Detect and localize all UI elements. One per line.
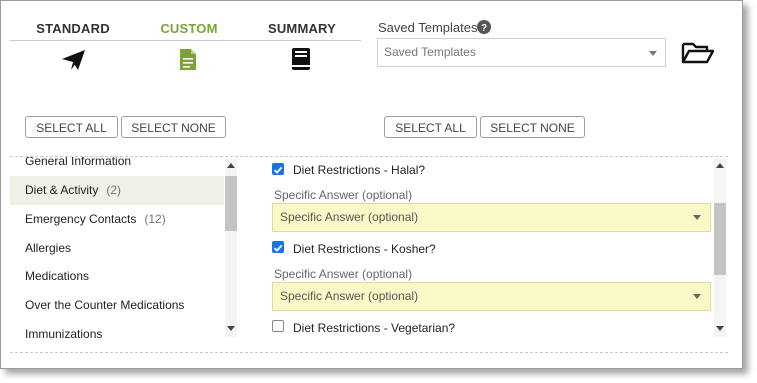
answer-value: Specific Answer (optional) bbox=[280, 289, 419, 303]
checkbox[interactable] bbox=[272, 241, 284, 253]
book-icon[interactable] bbox=[290, 47, 312, 72]
scrollbar-thumb[interactable] bbox=[714, 203, 726, 275]
list-item[interactable]: Diet & Activity (2) bbox=[10, 176, 224, 205]
field-list: Diet Restrictions - Halal? Specific Answ… bbox=[241, 157, 713, 340]
answer-select[interactable]: Specific Answer (optional) bbox=[272, 282, 711, 311]
paper-plane-icon[interactable] bbox=[61, 48, 87, 72]
answer-label: Specific Answer (optional) bbox=[274, 267, 413, 281]
list-item[interactable]: Over the Counter Medications bbox=[10, 291, 224, 320]
category-label: Emergency Contacts bbox=[25, 212, 137, 226]
chevron-down-icon bbox=[693, 215, 701, 220]
category-count: (2) bbox=[106, 183, 122, 197]
list-item[interactable]: Allergies bbox=[10, 234, 224, 263]
category-scrollbar[interactable] bbox=[225, 159, 237, 337]
tab-summary[interactable]: SUMMARY bbox=[259, 21, 345, 36]
checkbox[interactable] bbox=[272, 320, 284, 332]
checkmark-icon bbox=[273, 244, 283, 252]
category-list: General Information Diet & Activity (2) E… bbox=[1, 157, 241, 340]
tab-standard[interactable]: STANDARD bbox=[31, 21, 115, 36]
scroll-up-icon[interactable] bbox=[716, 163, 724, 168]
chevron-down-icon bbox=[649, 51, 657, 56]
list-bottom-divider bbox=[10, 352, 728, 353]
saved-templates-value: Saved Templates bbox=[384, 45, 476, 59]
answer-value: Specific Answer (optional) bbox=[280, 210, 419, 224]
select-all-fields-button[interactable]: SELECT ALL bbox=[384, 116, 477, 138]
document-icon[interactable] bbox=[179, 48, 197, 71]
list-item[interactable]: Medications bbox=[10, 262, 224, 291]
list-item[interactable]: General Information bbox=[10, 157, 224, 176]
tabs-divider bbox=[10, 40, 361, 41]
field-label: Diet Restrictions - Kosher? bbox=[293, 242, 436, 256]
category-label: General Information bbox=[25, 157, 132, 168]
help-circle-icon[interactable]: ? bbox=[477, 20, 491, 34]
category-label: Diet & Activity bbox=[25, 183, 99, 197]
scroll-down-icon[interactable] bbox=[227, 326, 235, 331]
category-label: Immunizations bbox=[25, 327, 103, 340]
field-scrollbar[interactable] bbox=[714, 159, 726, 337]
scroll-down-icon[interactable] bbox=[716, 326, 724, 331]
report-builder-panel: STANDARD CUSTOM SUMMARY Saved Templates … bbox=[0, 0, 743, 369]
category-label: Over the Counter Medications bbox=[25, 298, 185, 312]
checkmark-icon bbox=[273, 166, 283, 174]
answer-label: Specific Answer (optional) bbox=[274, 188, 413, 202]
select-all-categories-button[interactable]: SELECT ALL bbox=[25, 116, 118, 138]
list-item[interactable]: Immunizations bbox=[10, 320, 224, 340]
category-label: Medications bbox=[25, 269, 90, 283]
scroll-up-icon[interactable] bbox=[227, 163, 235, 168]
chevron-down-icon bbox=[693, 294, 701, 299]
scrollbar-thumb[interactable] bbox=[225, 176, 237, 231]
select-none-categories-button[interactable]: SELECT NONE bbox=[121, 116, 226, 138]
answer-select[interactable]: Specific Answer (optional) bbox=[272, 203, 711, 232]
list-item[interactable]: Emergency Contacts (12) bbox=[10, 205, 224, 234]
saved-templates-label: Saved Templates bbox=[378, 20, 478, 35]
open-folder-icon[interactable] bbox=[681, 41, 715, 65]
field-label: Diet Restrictions - Vegetarian? bbox=[293, 321, 456, 335]
category-label: Allergies bbox=[25, 241, 72, 255]
saved-templates-select[interactable]: Saved Templates bbox=[377, 38, 666, 67]
svg-text:?: ? bbox=[481, 23, 487, 34]
category-count: (12) bbox=[144, 212, 166, 226]
checkbox[interactable] bbox=[272, 163, 284, 175]
tab-custom[interactable]: CUSTOM bbox=[148, 21, 230, 36]
select-none-fields-button[interactable]: SELECT NONE bbox=[480, 116, 585, 138]
field-label: Diet Restrictions - Halal? bbox=[293, 163, 426, 177]
